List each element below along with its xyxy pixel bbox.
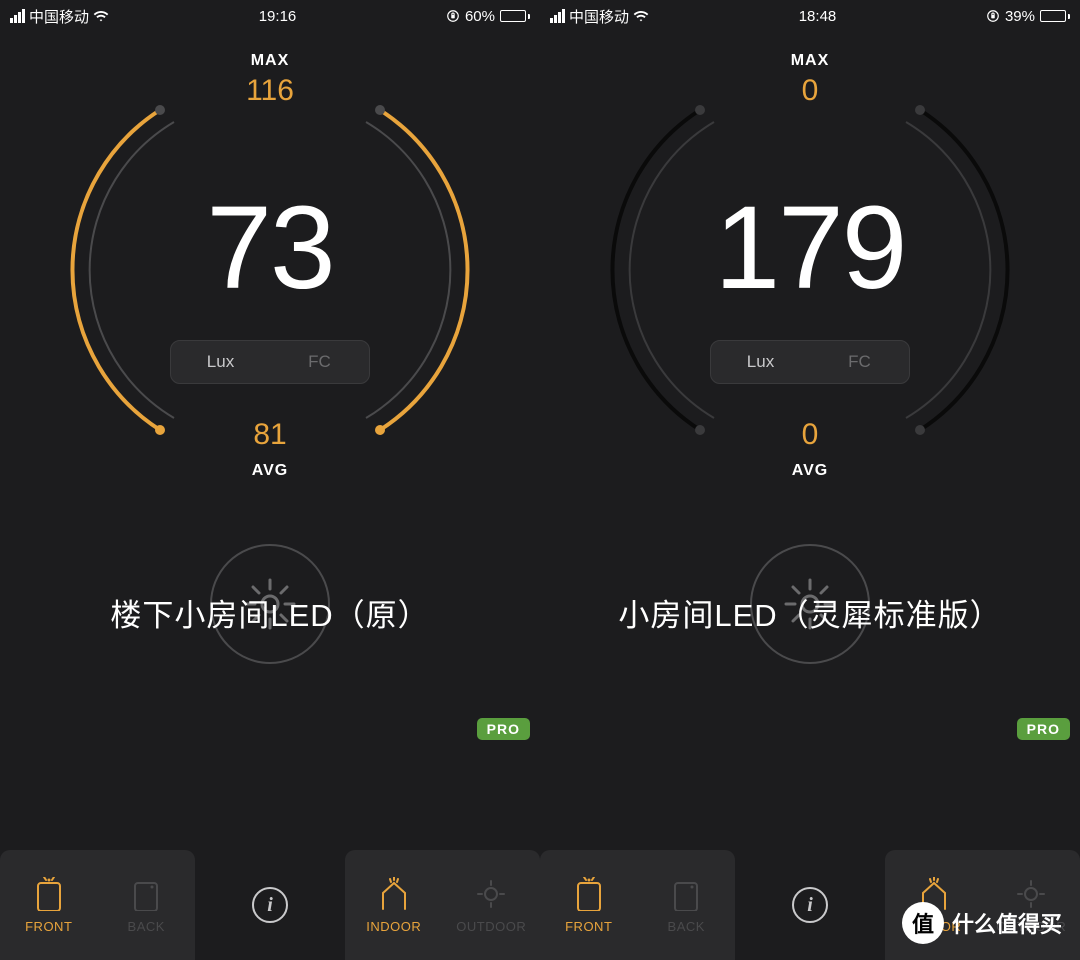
avg-value: 0 bbox=[590, 418, 1030, 452]
tab-indoor[interactable]: INDOOR bbox=[346, 877, 441, 934]
signal-icon bbox=[550, 9, 565, 23]
orientation-lock-icon bbox=[446, 9, 460, 23]
pro-badge[interactable]: PRO bbox=[477, 718, 530, 740]
watermark-badge: 值 bbox=[902, 902, 944, 944]
carrier-label: 中国移动 bbox=[569, 6, 629, 27]
unit-toggle[interactable]: Lux FC bbox=[710, 340, 910, 384]
screen-right: 中国移动 18:48 39% MAX bbox=[540, 0, 1080, 960]
avg-label: AVG bbox=[590, 462, 1030, 480]
tab-bar: FRONT BACK i INDOOR OUTDOOR bbox=[0, 850, 540, 960]
tab-back[interactable]: BACK bbox=[99, 877, 194, 934]
tab-front-label: FRONT bbox=[25, 919, 72, 934]
battery-icon bbox=[1040, 10, 1070, 22]
unit-toggle[interactable]: Lux FC bbox=[170, 340, 370, 384]
tab-back[interactable]: BACK bbox=[639, 877, 734, 934]
clock: 19:16 bbox=[259, 8, 297, 25]
wifi-icon bbox=[633, 8, 649, 24]
screen-left: 中国移动 19:16 60% MAX bbox=[0, 0, 540, 960]
unit-lux[interactable]: Lux bbox=[711, 341, 810, 383]
battery-icon bbox=[500, 10, 530, 22]
tab-back-label: BACK bbox=[128, 919, 165, 934]
tab-back-label: BACK bbox=[668, 919, 705, 934]
watermark-text: 什么值得买 bbox=[952, 907, 1062, 939]
gauge: MAX 0 179 Lux FC 0 AVG bbox=[590, 50, 1030, 490]
battery-pct: 60% bbox=[465, 8, 495, 25]
lux-reading: 179 bbox=[590, 180, 1030, 316]
wifi-icon bbox=[93, 8, 109, 24]
status-bar: 中国移动 18:48 39% bbox=[540, 0, 1080, 32]
lux-reading: 73 bbox=[50, 180, 490, 316]
battery-pct: 39% bbox=[1005, 8, 1035, 25]
gauge: MAX 116 73 Lux FC 81 AVG bbox=[50, 50, 490, 490]
carrier-label: 中国移动 bbox=[29, 6, 89, 27]
tab-indoor-label: INDOOR bbox=[366, 919, 421, 934]
tab-outdoor-label: OUTDOOR bbox=[456, 919, 526, 934]
unit-lux[interactable]: Lux bbox=[171, 341, 270, 383]
avg-value: 81 bbox=[50, 418, 490, 452]
pro-badge[interactable]: PRO bbox=[1017, 718, 1070, 740]
info-button[interactable]: i bbox=[792, 887, 828, 923]
watermark: 值 什么值得买 bbox=[902, 902, 1062, 944]
clock: 18:48 bbox=[799, 8, 837, 25]
caption: 小房间LED（灵犀标准版） bbox=[540, 590, 1080, 635]
unit-fc[interactable]: FC bbox=[270, 341, 369, 383]
tab-front[interactable]: FRONT bbox=[1, 877, 96, 934]
status-bar: 中国移动 19:16 60% bbox=[0, 0, 540, 32]
tab-front[interactable]: FRONT bbox=[541, 877, 636, 934]
orientation-lock-icon bbox=[986, 9, 1000, 23]
tab-front-label: FRONT bbox=[565, 919, 612, 934]
avg-label: AVG bbox=[50, 462, 490, 480]
info-button[interactable]: i bbox=[252, 887, 288, 923]
tab-outdoor[interactable]: OUTDOOR bbox=[444, 877, 539, 934]
signal-icon bbox=[10, 9, 25, 23]
unit-fc[interactable]: FC bbox=[810, 341, 909, 383]
caption: 楼下小房间LED（原） bbox=[0, 590, 540, 635]
